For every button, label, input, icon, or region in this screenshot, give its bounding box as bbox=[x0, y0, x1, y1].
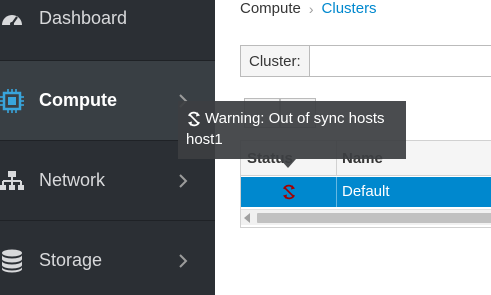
filter-label: Cluster: bbox=[240, 45, 310, 77]
chevron-right-icon bbox=[179, 253, 188, 268]
sidebar-item-label: Network bbox=[39, 170, 106, 190]
out-of-sync-icon bbox=[188, 111, 200, 126]
cpu-chip-icon bbox=[0, 88, 24, 113]
tooltip-title: Warning: Out of sync hosts bbox=[205, 110, 385, 127]
breadcrumb-compute[interactable]: Compute bbox=[240, 0, 301, 17]
scroll-left-icon[interactable] bbox=[244, 213, 250, 223]
chevron-right-icon: › bbox=[308, 0, 314, 17]
breadcrumb: Compute › Clusters bbox=[240, 0, 377, 17]
out-of-sync-icon bbox=[282, 184, 295, 200]
chevron-right-icon bbox=[179, 173, 188, 188]
cluster-filter: Cluster: bbox=[240, 45, 491, 77]
table-row[interactable]: Default bbox=[241, 177, 491, 207]
cluster-search-input[interactable] bbox=[309, 45, 491, 77]
status-cell bbox=[241, 177, 336, 207]
dashboard-icon bbox=[2, 14, 22, 26]
horizontal-scrollbar[interactable] bbox=[241, 209, 491, 225]
cluster-name-cell[interactable]: Default bbox=[342, 183, 390, 200]
status-tooltip: Warning: Out of sync hosts host1 bbox=[178, 101, 406, 168]
tooltip-line: Warning: Out of sync hosts bbox=[186, 108, 398, 129]
scrollbar-thumb[interactable] bbox=[257, 213, 491, 223]
column-divider bbox=[336, 177, 337, 207]
network-icon bbox=[0, 170, 24, 190]
tooltip-host: host1 bbox=[186, 131, 223, 148]
database-icon bbox=[2, 249, 22, 272]
sidebar-item-dashboard[interactable]: Dashboard bbox=[0, 0, 215, 58]
sidebar-item-storage[interactable]: Storage bbox=[0, 221, 215, 295]
tooltip-arrow bbox=[280, 159, 296, 168]
sidebar-item-label: Compute bbox=[39, 90, 117, 110]
breadcrumb-clusters[interactable]: Clusters bbox=[322, 0, 377, 17]
sidebar-item-label: Dashboard bbox=[39, 8, 128, 28]
sidebar-item-label: Storage bbox=[39, 250, 103, 270]
